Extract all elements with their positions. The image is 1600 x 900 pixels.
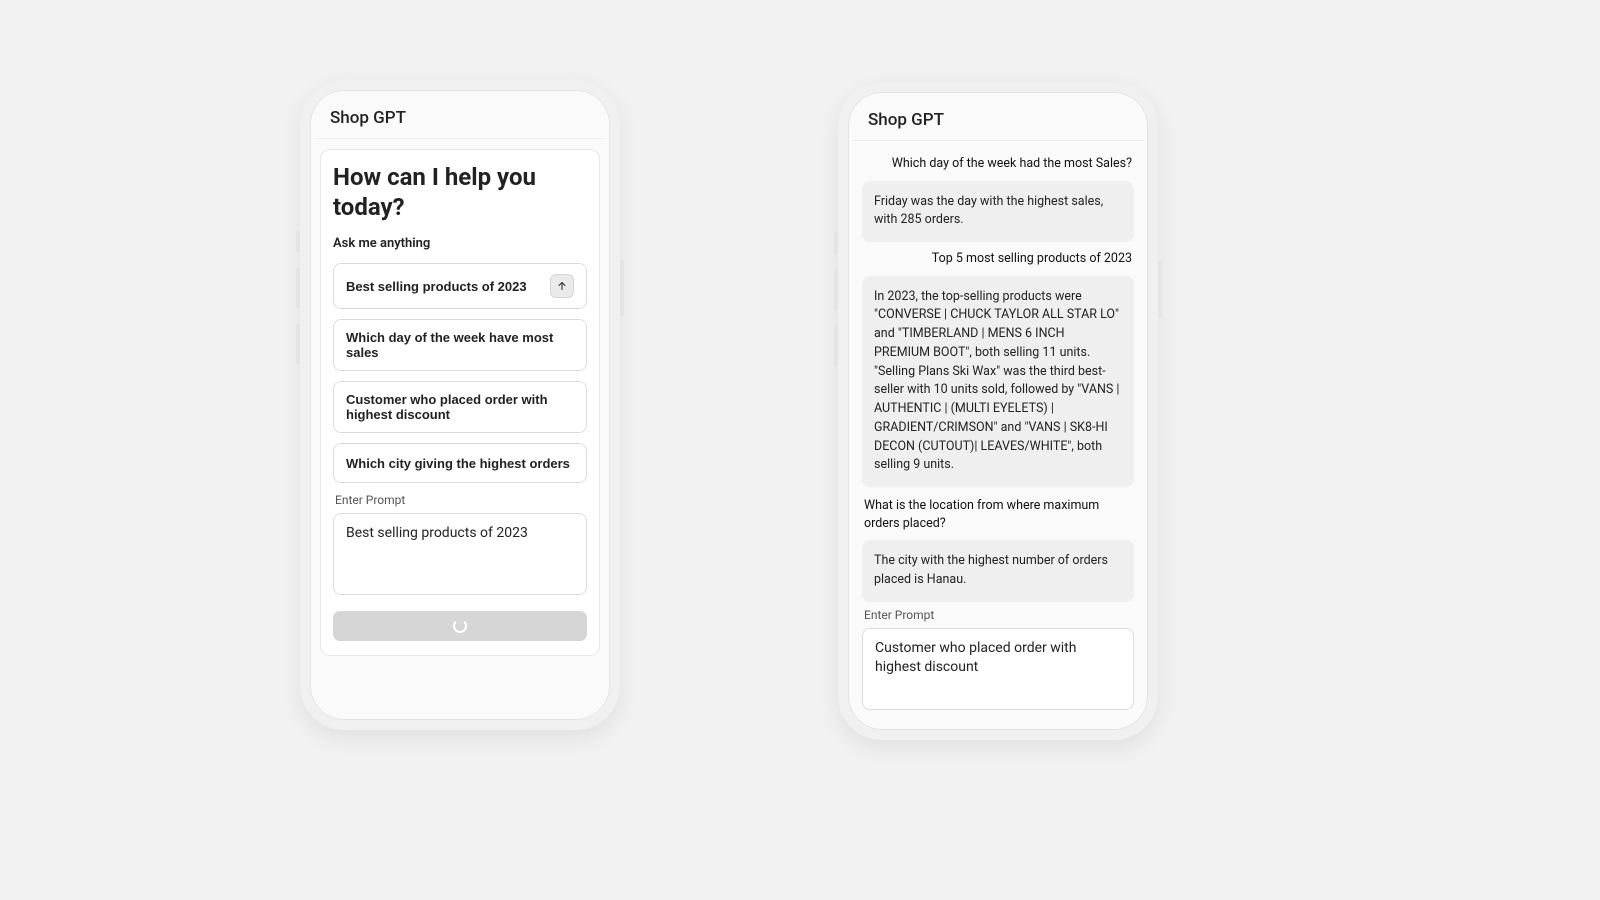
welcome-card: How can I help you today? Ask me anythin… xyxy=(320,149,600,656)
submit-button[interactable]: Submit xyxy=(862,726,1134,727)
app-header: Shop GPT xyxy=(314,94,606,139)
spinner-icon xyxy=(453,619,467,633)
submit-button-loading[interactable] xyxy=(333,611,587,641)
suggestion-label: Which day of the week have most sales xyxy=(346,330,574,360)
phone-mockup-left: Shop GPT How can I help you today? Ask m… xyxy=(300,80,620,730)
arrow-up-icon[interactable] xyxy=(550,274,574,298)
suggestion-day-most-sales[interactable]: Which day of the week have most sales xyxy=(333,319,587,371)
prompt-label: Enter Prompt xyxy=(335,493,587,507)
bot-message: In 2023, the top-selling products were "… xyxy=(862,276,1134,488)
bot-message: Friday was the day with the highest sale… xyxy=(862,181,1134,243)
suggestion-label: Best selling products of 2023 xyxy=(346,279,527,294)
screen-left: Shop GPT How can I help you today? Ask m… xyxy=(314,94,606,716)
prompt-input[interactable] xyxy=(862,628,1134,710)
prompt-input[interactable] xyxy=(333,513,587,595)
prompt-section: Enter Prompt Submit xyxy=(852,608,1144,727)
phone-mockup-right: Shop GPT Which day of the week had the m… xyxy=(838,82,1158,740)
screen-right: Shop GPT Which day of the week had the m… xyxy=(852,96,1144,726)
suggestion-label: Customer who placed order with highest d… xyxy=(346,392,574,422)
user-message: Which day of the week had the most Sales… xyxy=(864,155,1132,173)
suggestion-city-highest-orders[interactable]: Which city giving the highest orders xyxy=(333,443,587,483)
prompt-label: Enter Prompt xyxy=(864,608,1134,622)
app-header: Shop GPT xyxy=(852,96,1144,141)
suggestion-highest-discount[interactable]: Customer who placed order with highest d… xyxy=(333,381,587,433)
page-subtitle: Ask me anything xyxy=(333,236,587,251)
bot-message: The city with the highest number of orde… xyxy=(862,540,1134,602)
user-message: What is the location from where maximum … xyxy=(864,497,1132,532)
page-title: How can I help you today? xyxy=(333,162,587,222)
suggestion-best-selling[interactable]: Best selling products of 2023 xyxy=(333,263,587,309)
user-message: Top 5 most selling products of 2023 xyxy=(864,250,1132,268)
chat-area: Which day of the week had the most Sales… xyxy=(852,141,1144,602)
suggestion-label: Which city giving the highest orders xyxy=(346,456,570,471)
